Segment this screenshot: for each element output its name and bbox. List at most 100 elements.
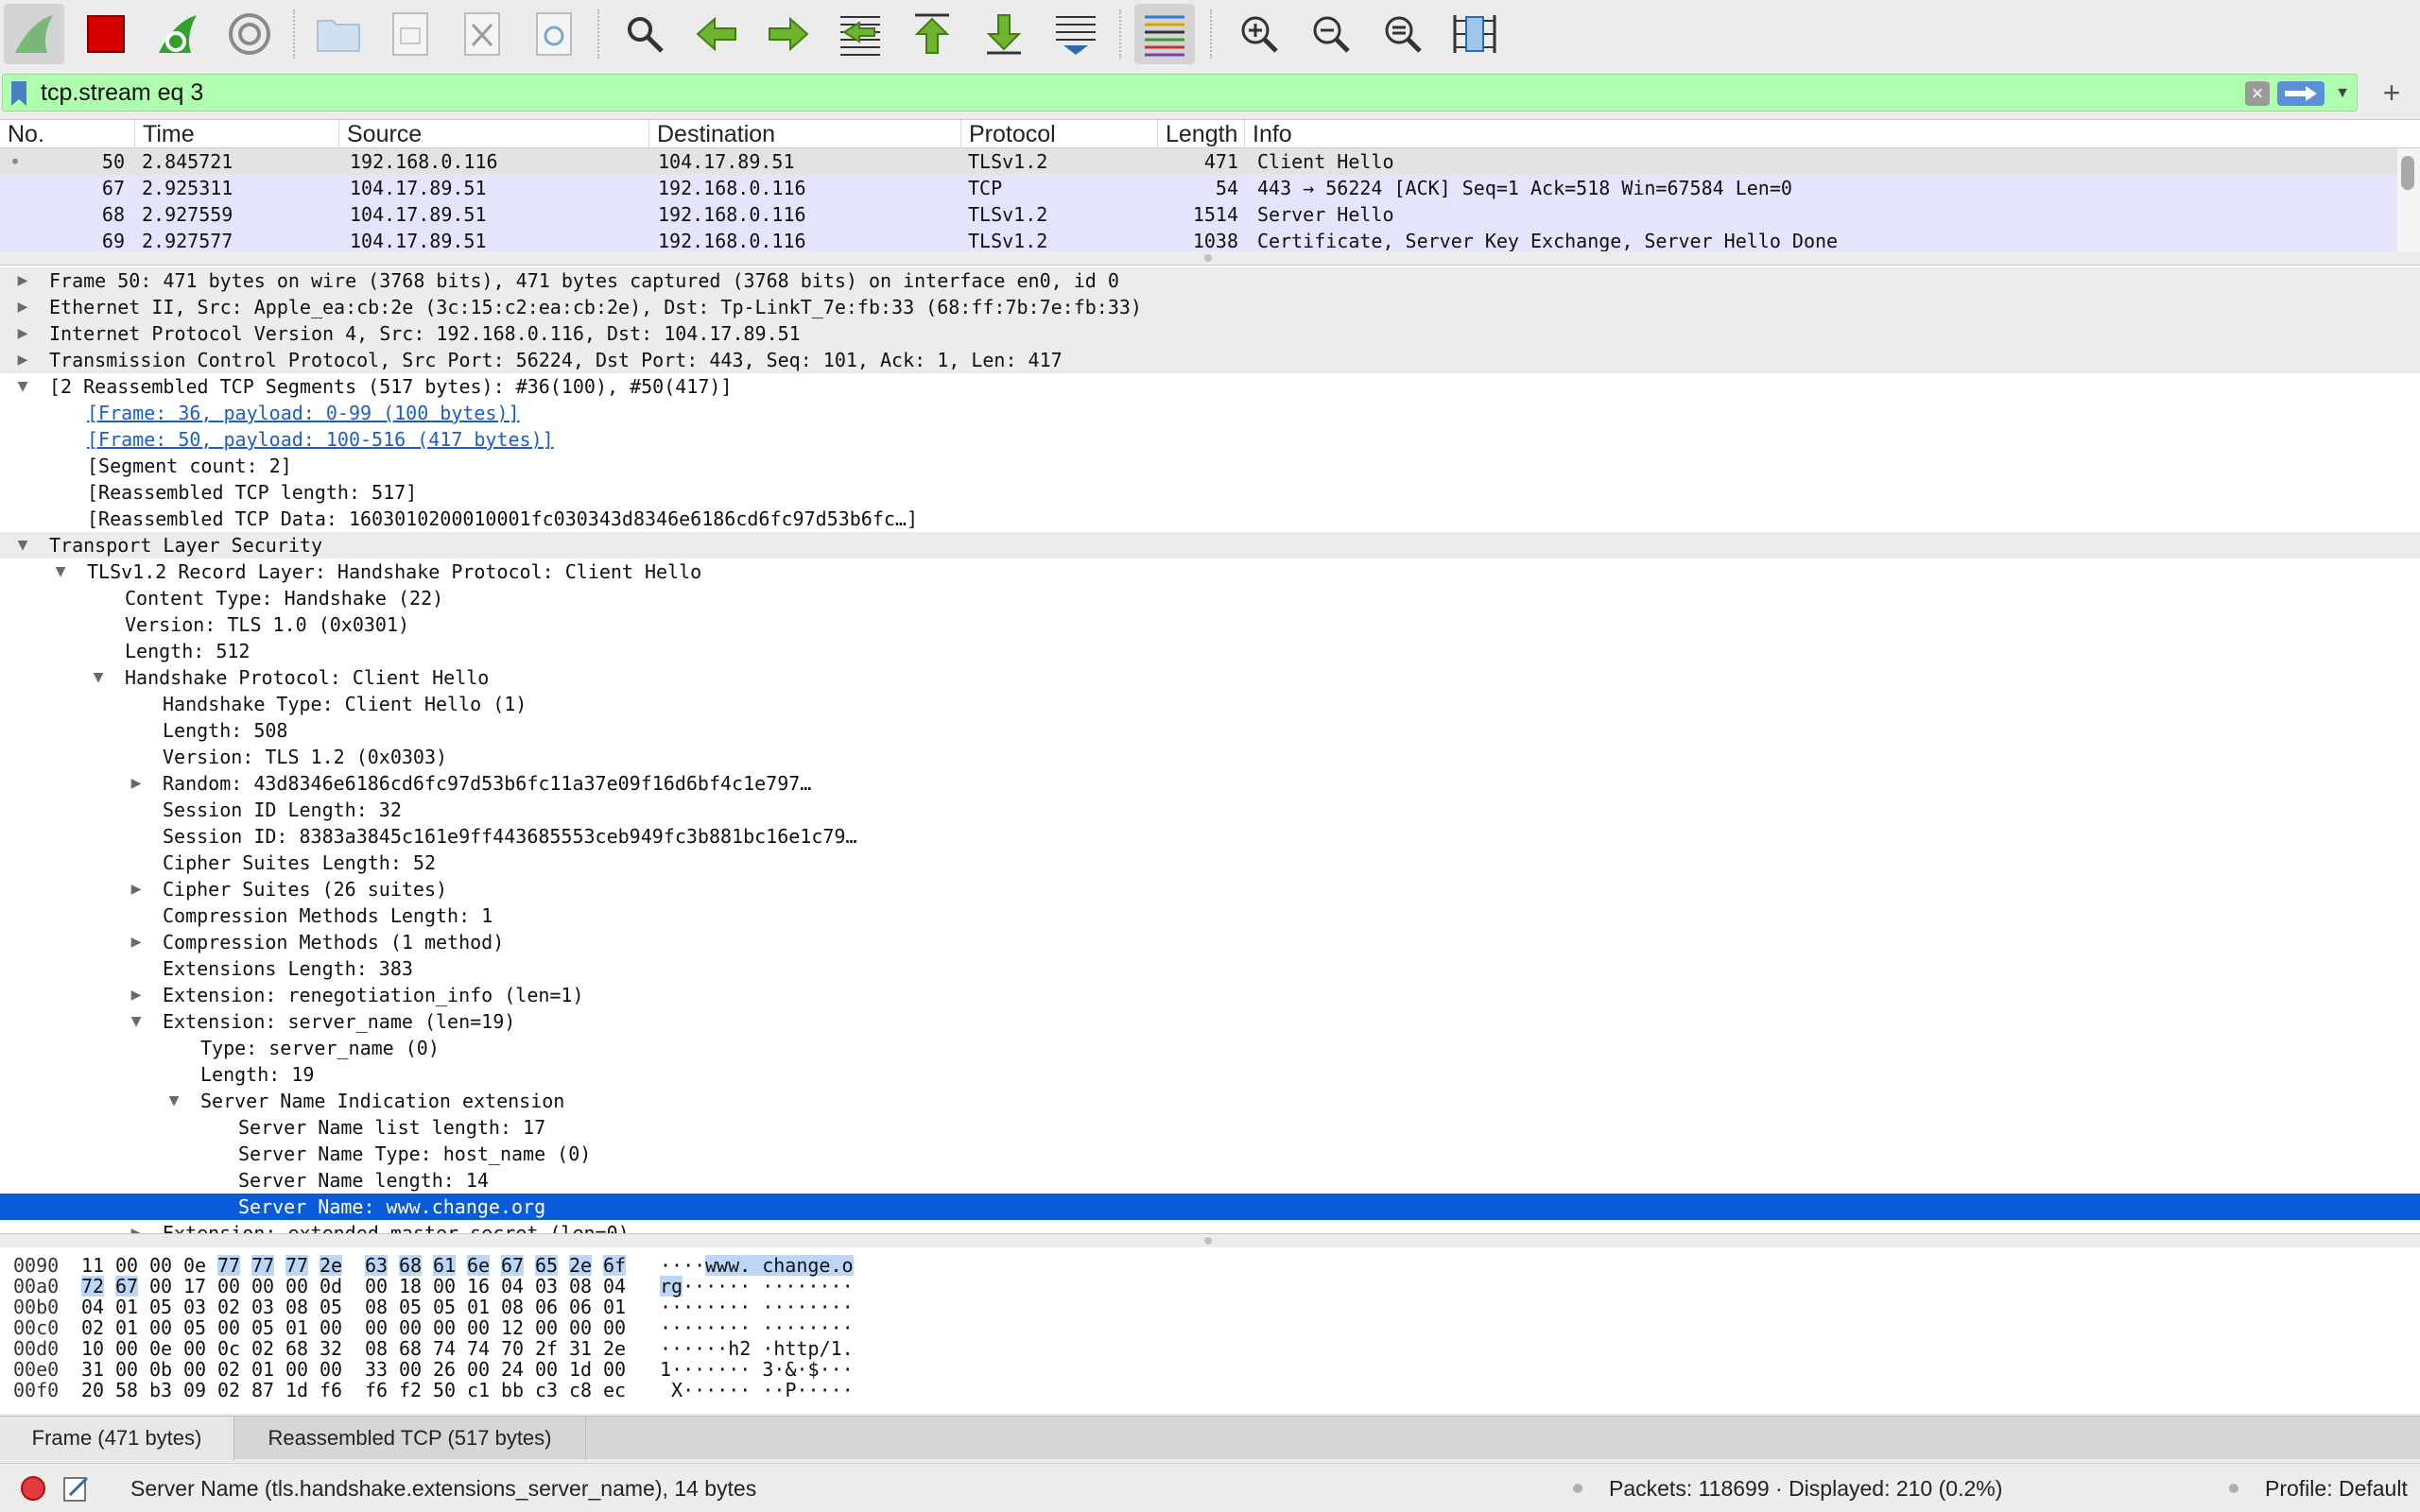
column-header-source[interactable]: Source (338, 120, 648, 148)
hex-byte[interactable]: 00 (149, 1255, 172, 1276)
apply-filter-button[interactable] (2277, 81, 2325, 106)
hex-byte[interactable]: 12 (501, 1317, 524, 1338)
hex-byte[interactable]: f6 (365, 1380, 388, 1400)
collapsed-triangle-icon[interactable]: ▶ (127, 982, 146, 1008)
find-packet-button[interactable] (614, 4, 675, 64)
autoscroll-button[interactable] (1046, 4, 1106, 64)
hex-byte[interactable]: 11 (81, 1255, 104, 1276)
hex-byte[interactable]: 0c (217, 1338, 240, 1359)
column-header-destination[interactable]: Destination (648, 120, 960, 148)
hex-byte[interactable]: 05 (149, 1297, 172, 1317)
hex-byte[interactable]: 33 (365, 1359, 388, 1380)
tree-row[interactable]: ▶ Compression Methods (1 method) (0, 929, 2420, 955)
zoom-in-button[interactable] (1229, 4, 1289, 64)
collapsed-triangle-icon[interactable]: ▶ (13, 320, 32, 347)
column-header-protocol[interactable]: Protocol (960, 120, 1157, 148)
hex-byte[interactable]: 2e (603, 1338, 626, 1359)
close-file-button[interactable] (452, 4, 512, 64)
filter-history-dropdown[interactable]: ▼ (2332, 82, 2353, 105)
expanded-triangle-icon[interactable]: ▼ (13, 532, 32, 558)
tree-row[interactable]: ▼ [2 Reassembled TCP Segments (517 bytes)… (0, 373, 2420, 400)
hex-byte[interactable]: 18 (399, 1276, 422, 1297)
go-first-packet-button[interactable] (902, 4, 962, 64)
tree-row[interactable]: Length: 508 (0, 717, 2420, 744)
packet-row[interactable]: 68 2.927559 104.17.89.51 192.168.0.116 T… (0, 201, 2397, 228)
hex-byte[interactable]: 08 (365, 1297, 388, 1317)
hex-byte[interactable]: 00 (365, 1276, 388, 1297)
hex-byte[interactable]: 74 (467, 1338, 490, 1359)
hex-byte[interactable]: 00 (183, 1338, 206, 1359)
hex-byte[interactable]: 00 (149, 1317, 172, 1338)
tree-row[interactable]: ▶ Frame 50: 471 bytes on wire (3768 bits)… (0, 267, 2420, 294)
expanded-triangle-icon[interactable]: ▼ (127, 1008, 146, 1035)
go-to-packet-button[interactable] (830, 4, 890, 64)
hex-byte[interactable]: 04 (501, 1276, 524, 1297)
tree-row[interactable]: Compression Methods Length: 1 (0, 902, 2420, 929)
resize-columns-button[interactable] (1444, 4, 1505, 64)
colorize-button[interactable] (1134, 4, 1195, 64)
clear-filter-button[interactable]: × (2245, 81, 2270, 106)
tab-reassembled-tcp[interactable]: Reassembled TCP (517 bytes) (234, 1417, 586, 1460)
hex-byte[interactable]: 00 (320, 1317, 342, 1338)
zoom-normal-button[interactable] (1373, 4, 1433, 64)
collapsed-triangle-icon[interactable]: ▶ (127, 770, 146, 797)
tree-row[interactable]: [Segment count: 2] (0, 453, 2420, 479)
hex-byte[interactable]: 67 (501, 1255, 525, 1276)
hex-byte[interactable]: 05 (433, 1297, 456, 1317)
tree-row[interactable]: Session ID Length: 32 (0, 797, 2420, 823)
tree-row[interactable]: Extensions Length: 383 (0, 955, 2420, 982)
hex-byte[interactable]: 24 (501, 1359, 524, 1380)
frame-link[interactable]: [Frame: 50, payload: 100-516 (417 bytes)… (87, 426, 554, 453)
capture-options-button[interactable] (219, 4, 280, 64)
hex-byte[interactable]: 77 (217, 1255, 241, 1276)
hex-byte[interactable]: 05 (320, 1297, 342, 1317)
hex-byte[interactable]: 17 (183, 1276, 206, 1297)
tree-row[interactable]: ▶ Extension: renegotiation_info (len=1) (0, 982, 2420, 1008)
ascii-text[interactable]: www. change.o (705, 1255, 854, 1276)
tree-row[interactable]: ▼ Handshake Protocol: Client Hello (0, 664, 2420, 691)
hex-byte[interactable]: 00 (149, 1276, 172, 1297)
hex-byte[interactable]: 50 (433, 1380, 456, 1400)
open-file-button[interactable] (308, 4, 369, 64)
bookmark-icon[interactable] (10, 80, 27, 107)
hex-byte[interactable]: 08 (285, 1297, 308, 1317)
ascii-text[interactable]: 1······· 3·&·$··· (660, 1359, 854, 1380)
tree-row[interactable]: ▼ Server Name Indication extension (0, 1088, 2420, 1114)
hex-byte[interactable]: 1d (569, 1359, 592, 1380)
hex-byte[interactable]: 02 (81, 1317, 104, 1338)
hex-byte[interactable]: 20 (81, 1380, 104, 1400)
hex-byte[interactable]: 00 (217, 1317, 240, 1338)
tree-row[interactable]: [Reassembled TCP length: 517] (0, 479, 2420, 506)
hex-byte[interactable]: 00 (217, 1276, 240, 1297)
tree-row-selected[interactable]: Server Name: www.change.org (0, 1194, 2420, 1220)
save-file-button[interactable] (380, 4, 441, 64)
hex-byte[interactable]: 77 (285, 1255, 309, 1276)
hex-byte[interactable]: 00 (535, 1359, 558, 1380)
hex-byte[interactable]: 09 (183, 1380, 206, 1400)
expanded-triangle-icon[interactable]: ▼ (51, 558, 70, 585)
ascii-text[interactable]: ······h2 ·http/1. (660, 1338, 854, 1359)
collapsed-triangle-icon[interactable]: ▶ (127, 876, 146, 902)
hex-byte[interactable]: 01 (115, 1297, 138, 1317)
hex-byte[interactable]: 16 (467, 1276, 490, 1297)
hex-byte[interactable]: 08 (501, 1297, 524, 1317)
hex-byte[interactable]: 63 (365, 1255, 389, 1276)
hex-byte[interactable]: f6 (320, 1380, 342, 1400)
hex-byte[interactable]: 74 (433, 1338, 456, 1359)
hex-byte[interactable]: 0b (149, 1359, 172, 1380)
collapsed-triangle-icon[interactable]: ▶ (13, 294, 32, 320)
hex-byte[interactable]: f2 (399, 1380, 422, 1400)
hex-byte[interactable]: 00 (365, 1317, 388, 1338)
hex-byte[interactable]: ec (603, 1380, 626, 1400)
start-capture-button[interactable] (4, 4, 64, 64)
tree-row[interactable]: ▼ Transport Layer Security (0, 532, 2420, 558)
hex-byte[interactable]: 01 (251, 1359, 274, 1380)
packet-row[interactable]: 69 2.927577 104.17.89.51 192.168.0.116 T… (0, 228, 2397, 254)
hex-byte[interactable]: 01 (115, 1317, 138, 1338)
hex-byte[interactable]: 58 (115, 1380, 138, 1400)
hex-byte[interactable]: 03 (183, 1297, 206, 1317)
hex-byte[interactable]: 05 (251, 1317, 274, 1338)
tree-row[interactable]: Length: 19 (0, 1061, 2420, 1088)
hex-byte[interactable]: 00 (467, 1317, 490, 1338)
go-back-button[interactable] (686, 4, 747, 64)
